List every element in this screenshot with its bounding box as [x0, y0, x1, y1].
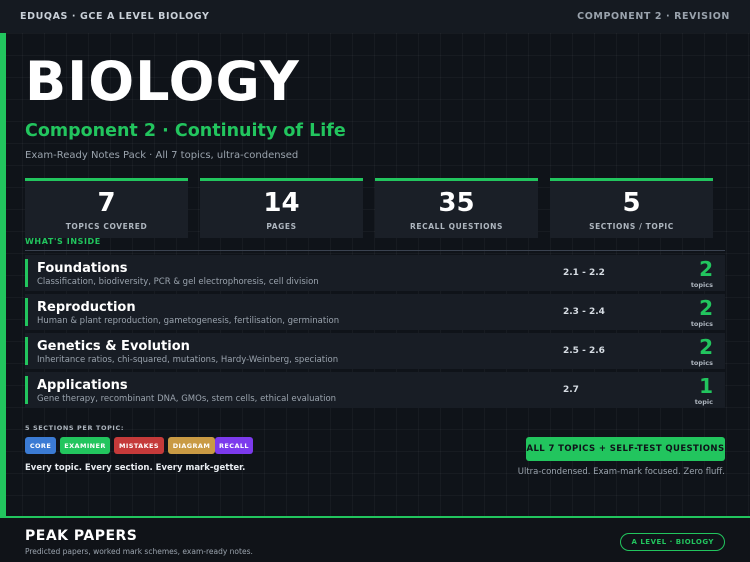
stat-value: 35: [438, 188, 475, 218]
tag-core: CORE: [25, 437, 56, 454]
stat-value: 5: [622, 188, 641, 218]
stat-value: 7: [97, 188, 116, 218]
sections-tagline: Every topic. Every section. Every mark-g…: [25, 463, 246, 473]
topic-row-genetics-evolution: Genetics & Evolution Inheritance ratios,…: [25, 333, 725, 369]
accent-bar: [0, 33, 6, 516]
topics-cta-button[interactable]: ALL 7 TOPICS + SELF-TEST QUESTIONS: [526, 437, 725, 461]
tag-mistakes: MISTAKES: [114, 437, 164, 454]
topic-count-unit: topics: [690, 281, 713, 289]
brand-name: PEAK PAPERS: [25, 528, 138, 544]
stat-card-sections: 5 SECTIONS / TOPIC: [550, 178, 713, 238]
exam-board-label: EDUQAS · GCE A LEVEL BIOLOGY: [20, 11, 210, 22]
stat-label: TOPICS COVERED: [65, 222, 148, 232]
pack-description: Exam-Ready Notes Pack · All 7 topics, ul…: [25, 150, 299, 161]
topic-name: Foundations: [37, 261, 128, 276]
tag-recall: RECALL: [215, 437, 253, 454]
page-subtitle: Component 2 · Continuity of Life: [25, 121, 346, 141]
topic-name: Applications: [37, 378, 128, 393]
footer: PEAK PAPERS Predicted papers, worked mar…: [0, 516, 750, 562]
topic-count: 2: [699, 257, 713, 281]
sections-heading: 5 SECTIONS PER TOPIC:: [25, 424, 125, 432]
cta-note: Ultra-condensed. Exam-mark focused. Zero…: [517, 467, 725, 477]
topic-accent: [25, 259, 28, 287]
stat-card-pages: 14 PAGES: [200, 178, 363, 238]
topic-name: Reproduction: [37, 300, 136, 315]
topic-range: 2.5 - 2.6: [563, 346, 605, 356]
topic-accent: [25, 337, 28, 365]
tag-diagram: DIAGRAM: [168, 437, 215, 454]
topic-range: 2.3 - 2.4: [563, 307, 605, 317]
subject-pill: A LEVEL · BIOLOGY: [620, 533, 725, 551]
divider: [25, 250, 725, 251]
topic-description: Gene therapy, recombinant DNA, GMOs, ste…: [37, 394, 337, 404]
topic-accent: [25, 376, 28, 404]
stat-label: PAGES: [266, 222, 297, 232]
stat-label: RECALL QUESTIONS: [410, 222, 503, 232]
topic-range: 2.1 - 2.2: [563, 268, 605, 278]
topic-count-unit: topics: [690, 359, 713, 367]
topic-description: Classification, biodiversity, PCR & gel …: [37, 277, 319, 287]
stat-value: 14: [263, 188, 300, 218]
topic-range: 2.7: [563, 385, 579, 395]
topic-row-foundations: Foundations Classification, biodiversity…: [25, 255, 725, 291]
stat-card-questions: 35 RECALL QUESTIONS: [375, 178, 538, 238]
topic-count: 2: [699, 296, 713, 320]
stat-card-topics: 7 TOPICS COVERED: [25, 178, 188, 238]
topic-row-applications: Applications Gene therapy, recombinant D…: [25, 372, 725, 408]
topic-row-reproduction: Reproduction Human & plant reproduction,…: [25, 294, 725, 330]
topic-count-unit: topic: [694, 398, 713, 406]
topic-name: Genetics & Evolution: [37, 339, 190, 354]
tag-examiner: EXAMINER: [60, 437, 110, 454]
topic-description: Human & plant reproduction, gametogenesi…: [37, 316, 340, 326]
topic-count-unit: topics: [690, 320, 713, 328]
component-label: COMPONENT 2 · REVISION: [577, 11, 730, 22]
top-bar: EDUQAS · GCE A LEVEL BIOLOGY COMPONENT 2…: [0, 0, 750, 33]
stats-row: 7 TOPICS COVERED 14 PAGES 35 RECALL QUES…: [25, 178, 713, 238]
page-title: BIOLOGY: [25, 50, 300, 113]
topic-count: 2: [699, 335, 713, 359]
contents-heading: WHAT'S INSIDE: [25, 237, 101, 246]
topic-description: Inheritance ratios, chi-squared, mutatio…: [37, 355, 339, 365]
brand-tagline: Predicted papers, worked mark schemes, e…: [25, 547, 253, 556]
stat-label: SECTIONS / TOPIC: [589, 222, 674, 232]
topic-count: 1: [699, 374, 713, 398]
topic-accent: [25, 298, 28, 326]
